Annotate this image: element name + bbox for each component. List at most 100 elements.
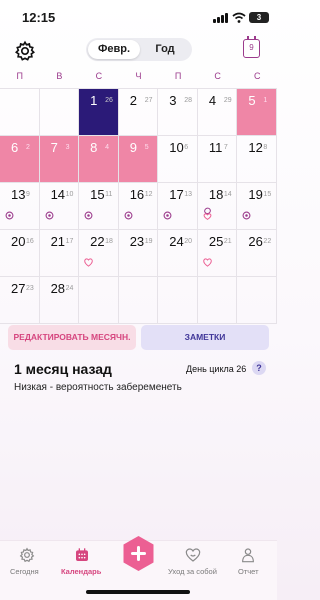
day-number: 26 — [248, 234, 263, 249]
ovulation-icon — [84, 211, 93, 220]
day-number: 9 — [129, 140, 137, 155]
calendar-day-cell[interactable]: 10 6 — [158, 136, 198, 183]
cycle-day-number: 4 — [105, 144, 110, 151]
calendar-day-cell[interactable]: 12 8 — [237, 136, 277, 183]
calendar-day-cell[interactable]: 21 17 — [39, 230, 80, 277]
weekday-label: С — [95, 71, 103, 81]
calendar-day-cell[interactable]: 84 — [79, 136, 119, 183]
day-number: 28 — [50, 281, 66, 296]
day-number: 8 — [90, 140, 98, 155]
calendar-day-cell[interactable]: 62 — [0, 136, 40, 183]
calendar-day-cell[interactable]: 1 26 — [79, 89, 119, 136]
calendar-day-cell[interactable]: 11 7 — [197, 136, 238, 183]
wifi-icon — [232, 12, 246, 23]
nav-today-label[interactable]: Сегодня — [10, 567, 39, 576]
day-number: 19 — [248, 187, 263, 202]
ovulation-icon — [45, 211, 54, 220]
notes-button[interactable]: ЗАМЕТКИ — [141, 325, 269, 350]
calendar-day-cell[interactable]: 18 14 — [197, 183, 238, 230]
empty-day-cell — [197, 277, 238, 324]
cycle-day-number: 14 — [223, 191, 232, 198]
today-calendar-icon[interactable]: 9 — [243, 36, 260, 58]
day-number: 22 — [90, 234, 105, 249]
status-time: 12:15 — [22, 10, 56, 25]
weekday-label: В — [56, 71, 63, 81]
empty-day-cell — [237, 277, 277, 324]
day-number: 13 — [11, 187, 26, 202]
calendar-day-cell[interactable]: 19 15 — [237, 183, 277, 230]
view-switcher: Февр. Год — [86, 38, 192, 61]
calendar-day-cell[interactable]: 15 11 — [79, 183, 119, 230]
calendar-grid: 1 26 2 27 3 28 4 29 5 1 6 2 7 3 8 4 9 5 10 6 11 7 12 8 13 9 14 10 15… — [0, 88, 277, 324]
calendar-day-cell[interactable]: 20 16 — [0, 230, 40, 277]
day-number: 20 — [11, 234, 26, 249]
status-bar: 12:15 3 — [0, 0, 277, 36]
empty-day-cell — [79, 277, 119, 324]
cycle-day-number: 12 — [144, 191, 153, 198]
day-number: 3 — [169, 93, 177, 108]
calendar-day-cell[interactable]: 2 27 — [118, 89, 159, 136]
calendar-day-cell[interactable]: 25 21 — [197, 230, 238, 277]
day-number: 2 — [129, 93, 137, 108]
weekday-label: С — [214, 71, 221, 81]
calendar-icon[interactable] — [74, 547, 90, 563]
help-icon[interactable]: ? — [252, 361, 266, 375]
calendar-day-cell[interactable]: 26 22 — [237, 230, 277, 277]
weekday-label: П — [16, 71, 24, 81]
ovulation-icon — [124, 211, 133, 220]
month-tab[interactable]: Февр. — [88, 40, 140, 59]
ovulation-icon — [5, 211, 14, 220]
day-number: 14 — [50, 187, 66, 202]
day-number: 21 — [50, 234, 66, 249]
heart-smile-icon[interactable] — [185, 547, 201, 563]
year-tab[interactable]: Год — [140, 40, 190, 59]
calendar-day-cell[interactable]: 4 29 — [197, 89, 238, 136]
day-number: 12 — [248, 140, 263, 155]
calendar-day-cell[interactable]: 3 28 — [158, 89, 198, 136]
settings-gear-icon[interactable] — [14, 40, 36, 62]
cycle-day-number: 17 — [65, 238, 74, 245]
calendar-day-cell[interactable]: 24 20 — [158, 230, 198, 277]
cycle-day-number: 2 — [26, 144, 30, 151]
calendar-day-cell[interactable]: 27 23 — [0, 277, 40, 324]
ovulation-icon — [242, 211, 251, 220]
cycle-day-number: 20 — [184, 238, 193, 245]
cycle-day-number: 23 — [26, 285, 34, 292]
nav-calendar-label[interactable]: Календарь — [61, 567, 101, 576]
calendar-day-cell[interactable]: 23 19 — [118, 230, 159, 277]
cycle-day-number: 9 — [26, 191, 30, 198]
empty-day-cell — [0, 89, 40, 136]
gear-icon[interactable] — [19, 547, 35, 563]
add-button[interactable] — [120, 535, 157, 572]
day-number: 1 — [90, 93, 98, 108]
cycle-day-number: 3 — [65, 144, 70, 151]
calendar-day-cell[interactable]: 14 10 — [39, 183, 80, 230]
weekday-label: Ч — [135, 71, 142, 81]
calendar-day-cell[interactable]: 13 9 — [0, 183, 40, 230]
calendar-day-cell[interactable]: 95 — [118, 136, 159, 183]
signal-icon — [213, 13, 229, 23]
cycle-day-number: 1 — [263, 97, 268, 104]
calendar-day-cell[interactable]: 22 18 — [79, 230, 119, 277]
cycle-day-number: 5 — [144, 144, 149, 151]
person-icon[interactable] — [240, 547, 256, 563]
calendar-day-cell[interactable]: 28 24 — [39, 277, 80, 324]
day-number: 7 — [50, 140, 58, 155]
cycle-day-number: 11 — [105, 191, 113, 198]
calendar-day-cell[interactable]: 17 13 — [158, 183, 198, 230]
heart-icon — [84, 258, 93, 267]
cycle-day-number: 21 — [223, 238, 232, 245]
edit-period-button[interactable]: РЕДАКТИРОВАТЬ МЕСЯЧН. — [8, 325, 136, 350]
cycle-day-number: 24 — [65, 285, 74, 292]
cycle-day-number: 22 — [263, 238, 272, 245]
calendar-day-cell[interactable]: 51 — [237, 89, 277, 136]
empty-day-cell — [118, 277, 159, 324]
calendar-day-cell[interactable]: 16 12 — [118, 183, 159, 230]
nav-report-label[interactable]: Отчет — [238, 567, 259, 576]
calendar-day-cell[interactable]: 73 — [39, 136, 80, 183]
cycle-day-number: 19 — [144, 238, 153, 245]
cycle-day-number: 27 — [144, 97, 153, 104]
nav-selfcare-label[interactable]: Уход за собой — [168, 567, 217, 576]
cycle-day-number: 28 — [184, 97, 193, 104]
day-number: 10 — [169, 140, 184, 155]
